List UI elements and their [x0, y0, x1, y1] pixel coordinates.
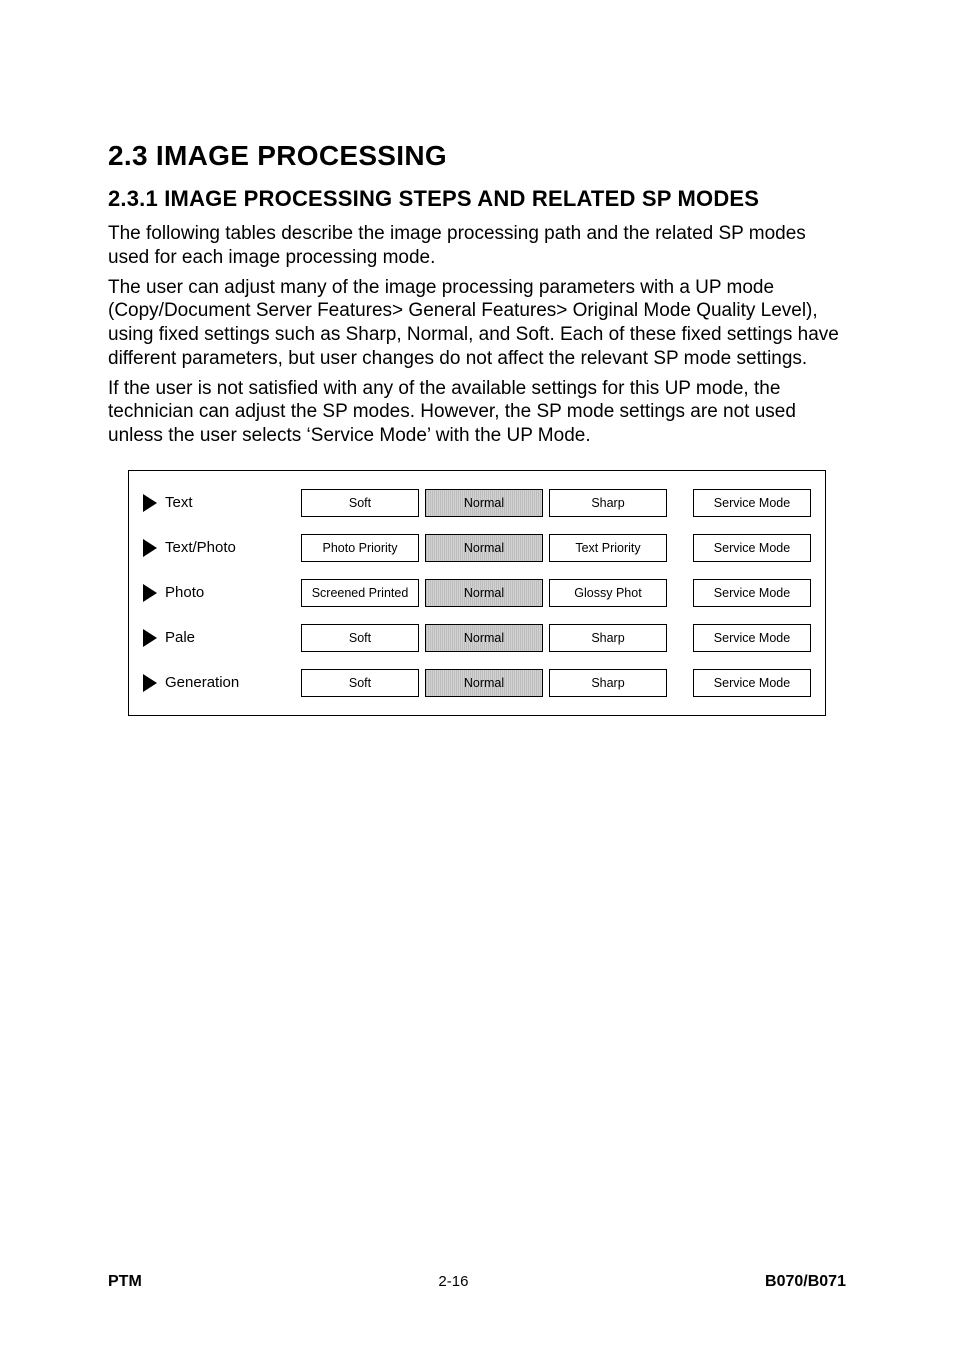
mode-text: Text [165, 494, 193, 511]
option-box-normal: Normal [425, 534, 543, 562]
mode-label: Generation [143, 674, 301, 692]
options-group: Soft Normal Sharp Service Mode [301, 489, 811, 517]
option-box: Sharp [549, 624, 667, 652]
footer-center: 2-16 [438, 1273, 468, 1291]
page-footer: PTM 2-16 B070/B071 [108, 1253, 846, 1291]
option-box-service: Service Mode [693, 579, 811, 607]
option-box: Photo Priority [301, 534, 419, 562]
options-group: Screened Printed Normal Glossy Phot Serv… [301, 579, 811, 607]
triangle-icon [143, 494, 157, 512]
diagram-row: Photo Screened Printed Normal Glossy Pho… [143, 579, 811, 607]
footer-right: B070/B071 [765, 1273, 846, 1291]
subsection-heading: 2.3.1 IMAGE PROCESSING STEPS AND RELATED… [108, 186, 846, 212]
triangle-icon [143, 674, 157, 692]
diagram-row: Text Soft Normal Sharp Service Mode [143, 489, 811, 517]
triangle-icon [143, 629, 157, 647]
triangle-icon [143, 539, 157, 557]
section-heading: 2.3 IMAGE PROCESSING [108, 140, 846, 172]
option-box: Screened Printed [301, 579, 419, 607]
options-group: Photo Priority Normal Text Priority Serv… [301, 534, 811, 562]
option-box-service: Service Mode [693, 669, 811, 697]
footer-left: PTM [108, 1273, 142, 1291]
option-box: Sharp [549, 669, 667, 697]
option-box: Sharp [549, 489, 667, 517]
option-box-service: Service Mode [693, 489, 811, 517]
paragraph-2: The user can adjust many of the image pr… [108, 276, 846, 371]
mode-label: Pale [143, 629, 301, 647]
options-group: Soft Normal Sharp Service Mode [301, 669, 811, 697]
options-group: Soft Normal Sharp Service Mode [301, 624, 811, 652]
option-box: Soft [301, 669, 419, 697]
mode-diagram: Text Soft Normal Sharp Service Mode Text… [128, 470, 826, 716]
mode-text: Text/Photo [165, 539, 236, 556]
mode-label: Photo [143, 584, 301, 602]
paragraph-3: If the user is not satisfied with any of… [108, 377, 846, 448]
option-box: Text Priority [549, 534, 667, 562]
mode-label: Text/Photo [143, 539, 301, 557]
option-box-normal: Normal [425, 669, 543, 697]
diagram-row: Pale Soft Normal Sharp Service Mode [143, 624, 811, 652]
option-box-service: Service Mode [693, 534, 811, 562]
mode-text: Generation [165, 674, 239, 691]
option-box-service: Service Mode [693, 624, 811, 652]
paragraph-1: The following tables describe the image … [108, 222, 846, 270]
option-box: Soft [301, 489, 419, 517]
option-box: Glossy Phot [549, 579, 667, 607]
mode-label: Text [143, 494, 301, 512]
option-box-normal: Normal [425, 489, 543, 517]
mode-text: Photo [165, 584, 204, 601]
diagram-row: Generation Soft Normal Sharp Service Mod… [143, 669, 811, 697]
triangle-icon [143, 584, 157, 602]
mode-text: Pale [165, 629, 195, 646]
diagram-row: Text/Photo Photo Priority Normal Text Pr… [143, 534, 811, 562]
option-box-normal: Normal [425, 624, 543, 652]
option-box-normal: Normal [425, 579, 543, 607]
option-box: Soft [301, 624, 419, 652]
